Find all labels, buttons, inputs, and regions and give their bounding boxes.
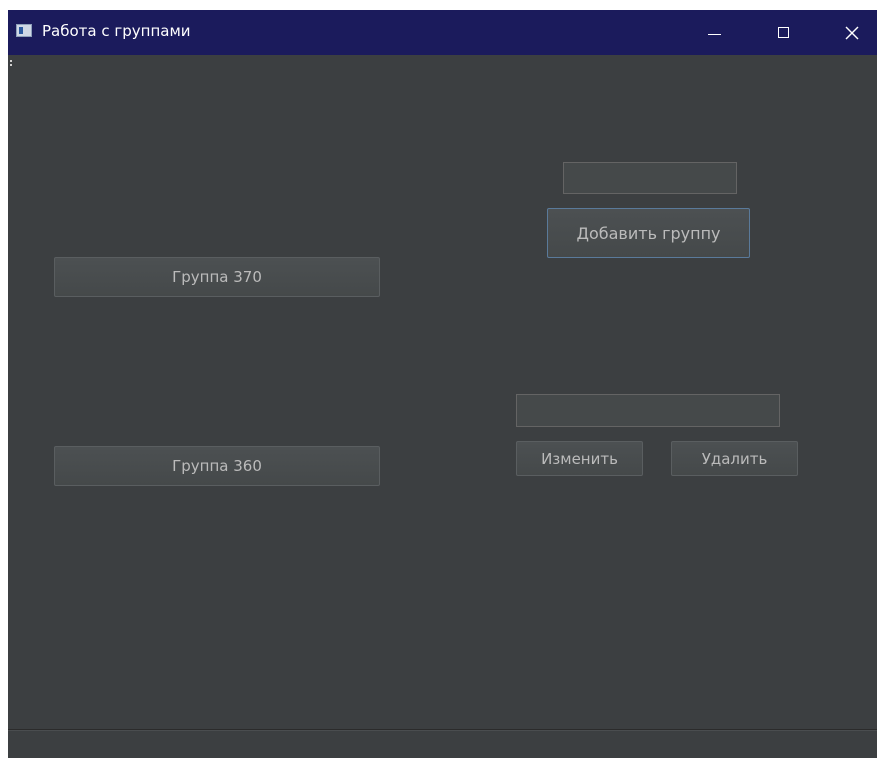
maximize-icon [777,27,789,38]
minimize-button[interactable] [691,10,737,55]
main-window: Работа с группами Группа 370 Группа 360 … [8,10,877,758]
group-button-360[interactable]: Группа 360 [54,446,380,486]
maximize-button[interactable] [760,10,806,55]
minimize-icon [707,34,721,35]
title-bar[interactable]: Работа с группами [8,10,877,55]
toolbar-grip-handle[interactable] [10,60,14,66]
delete-button[interactable]: Удалить [671,441,798,476]
edit-group-input[interactable] [516,394,780,427]
new-group-input[interactable] [563,162,737,194]
close-button[interactable] [829,10,875,55]
add-group-button[interactable]: Добавить группу [547,208,750,258]
status-bar [8,730,877,758]
window-title: Работа с группами [42,22,191,40]
app-window-icon [16,24,32,37]
edit-button[interactable]: Изменить [516,441,643,476]
group-button-370[interactable]: Группа 370 [54,257,380,297]
close-icon [845,26,859,39]
